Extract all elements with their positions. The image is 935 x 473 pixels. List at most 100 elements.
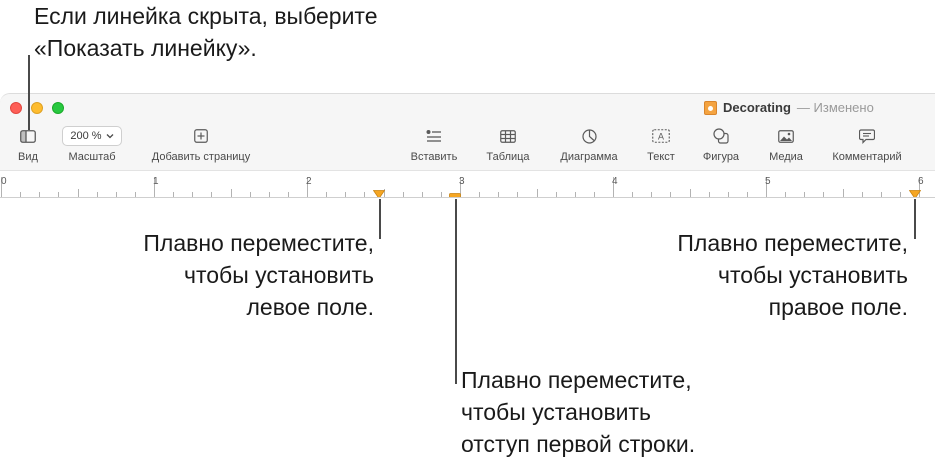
document-name: Decorating	[723, 100, 791, 115]
ruler-tick	[823, 192, 825, 197]
table-label: Таблица	[486, 151, 530, 163]
ruler-tick	[651, 192, 653, 197]
leader-line	[28, 55, 30, 130]
add-page-icon	[194, 126, 208, 146]
close-window-button[interactable]	[10, 102, 22, 114]
zoom-value: 200 %	[70, 130, 102, 142]
ruler-tick	[58, 192, 60, 197]
ruler-number: 4	[612, 176, 618, 187]
document-icon	[704, 100, 717, 115]
media-button[interactable]: Медиа	[741, 126, 831, 163]
ruler-tick	[211, 192, 213, 197]
comment-button[interactable]: Комментарий	[822, 126, 912, 163]
chart-label: Диаграмма	[560, 151, 618, 163]
shape-icon	[713, 126, 729, 146]
ruler-tick	[326, 192, 328, 197]
text-label: Текст	[647, 151, 675, 163]
ruler-tick	[173, 192, 175, 197]
callout-line: «Показать линейку».	[34, 35, 257, 61]
callout-line: чтобы установить	[717, 262, 908, 288]
minimize-window-button[interactable]	[31, 102, 43, 114]
table-button[interactable]: Таблица	[463, 126, 553, 163]
ruler-tick	[574, 192, 576, 197]
zoom-label: Масштаб	[68, 151, 116, 163]
ruler-tick	[861, 192, 863, 197]
ruler-tick	[345, 192, 347, 197]
ruler-tick	[593, 192, 595, 197]
callout-right-margin: Плавно переместите, чтобы установить пра…	[677, 227, 908, 323]
callout-left-margin: Плавно переместите, чтобы установить лев…	[143, 227, 374, 323]
window-title: Decorating — Изменено	[704, 100, 874, 115]
ruler-tick	[555, 192, 557, 197]
ruler-tick	[134, 192, 136, 197]
ruler-number: 2	[306, 176, 312, 187]
callout-show-ruler: Если линейка скрыта, выберите «Показать …	[34, 0, 378, 64]
callout-first-line-indent: Плавно переместите, чтобы установить отс…	[461, 364, 695, 460]
ruler-tick	[268, 192, 270, 197]
chevron-down-icon	[106, 134, 114, 139]
ruler-tick	[39, 192, 41, 197]
ruler-tick	[479, 192, 481, 197]
comment-label: Комментарий	[832, 151, 902, 163]
pages-window: Decorating — Изменено Вид 200 % Масштаб …	[0, 93, 935, 198]
insert-list-icon	[426, 126, 442, 146]
callout-line: Плавно переместите,	[677, 230, 908, 256]
ruler-tick	[804, 192, 806, 197]
ruler-tick	[77, 189, 79, 197]
ruler-tick	[20, 192, 22, 197]
ruler-tick	[230, 189, 232, 197]
ruler-tick	[249, 192, 251, 197]
table-icon	[500, 126, 516, 146]
ruler-tick	[115, 192, 117, 197]
svg-text:A: A	[658, 133, 665, 143]
ruler-tick	[727, 192, 729, 197]
left-margin-marker[interactable]	[372, 186, 386, 197]
zoom-control[interactable]: 200 % Масштаб	[47, 126, 137, 163]
callout-line: левое поле.	[246, 294, 375, 320]
media-label: Медиа	[769, 151, 803, 163]
zoom-window-button[interactable]	[52, 102, 64, 114]
triangle-down-icon	[372, 190, 386, 197]
callout-line: Плавно переместите,	[461, 367, 692, 393]
leader-line	[455, 199, 457, 384]
ruler-tick	[632, 192, 634, 197]
ruler-tick	[192, 192, 194, 197]
add-page-button[interactable]: Добавить страницу	[152, 126, 250, 163]
ruler-tick	[689, 189, 691, 197]
ruler[interactable]: 0 1 2 3 4 5 6	[0, 170, 935, 198]
callout-line: Если линейка скрыта, выберите	[34, 3, 378, 29]
photo-icon	[778, 126, 794, 146]
zoom-select[interactable]: 200 %	[62, 126, 122, 146]
document-status: — Изменено	[796, 100, 874, 115]
ruler-tick	[440, 192, 442, 197]
ruler-number: 5	[765, 176, 771, 187]
ruler-tick	[402, 192, 404, 197]
ruler-tick	[517, 192, 519, 197]
add-page-label: Добавить страницу	[151, 151, 251, 163]
first-line-indent-marker[interactable]	[449, 186, 461, 197]
ruler-tick	[498, 192, 500, 197]
callout-line: чтобы установить	[461, 399, 652, 425]
callout-line: чтобы установить	[183, 262, 374, 288]
ruler-number: 0	[1, 176, 7, 187]
comment-icon	[859, 126, 875, 146]
ruler-tick	[421, 192, 423, 197]
view-label: Вид	[18, 151, 38, 163]
callout-line: правое поле.	[768, 294, 908, 320]
leader-line	[914, 199, 916, 239]
text-box-icon: A	[652, 126, 670, 146]
ruler-tick	[364, 192, 366, 197]
ruler-tick	[536, 189, 538, 197]
leader-line	[379, 199, 381, 239]
chart-icon	[581, 126, 597, 146]
insert-label: Вставить	[410, 151, 458, 163]
ruler-tick	[880, 192, 882, 197]
callout-line: Плавно переместите,	[143, 230, 374, 256]
ruler-tick	[746, 192, 748, 197]
triangle-down-icon	[908, 190, 922, 197]
ruler-tick	[899, 192, 901, 197]
shape-label: Фигура	[702, 151, 740, 163]
right-margin-marker[interactable]	[908, 186, 922, 197]
indent-bar-icon	[449, 193, 461, 197]
ruler-tick	[785, 192, 787, 197]
